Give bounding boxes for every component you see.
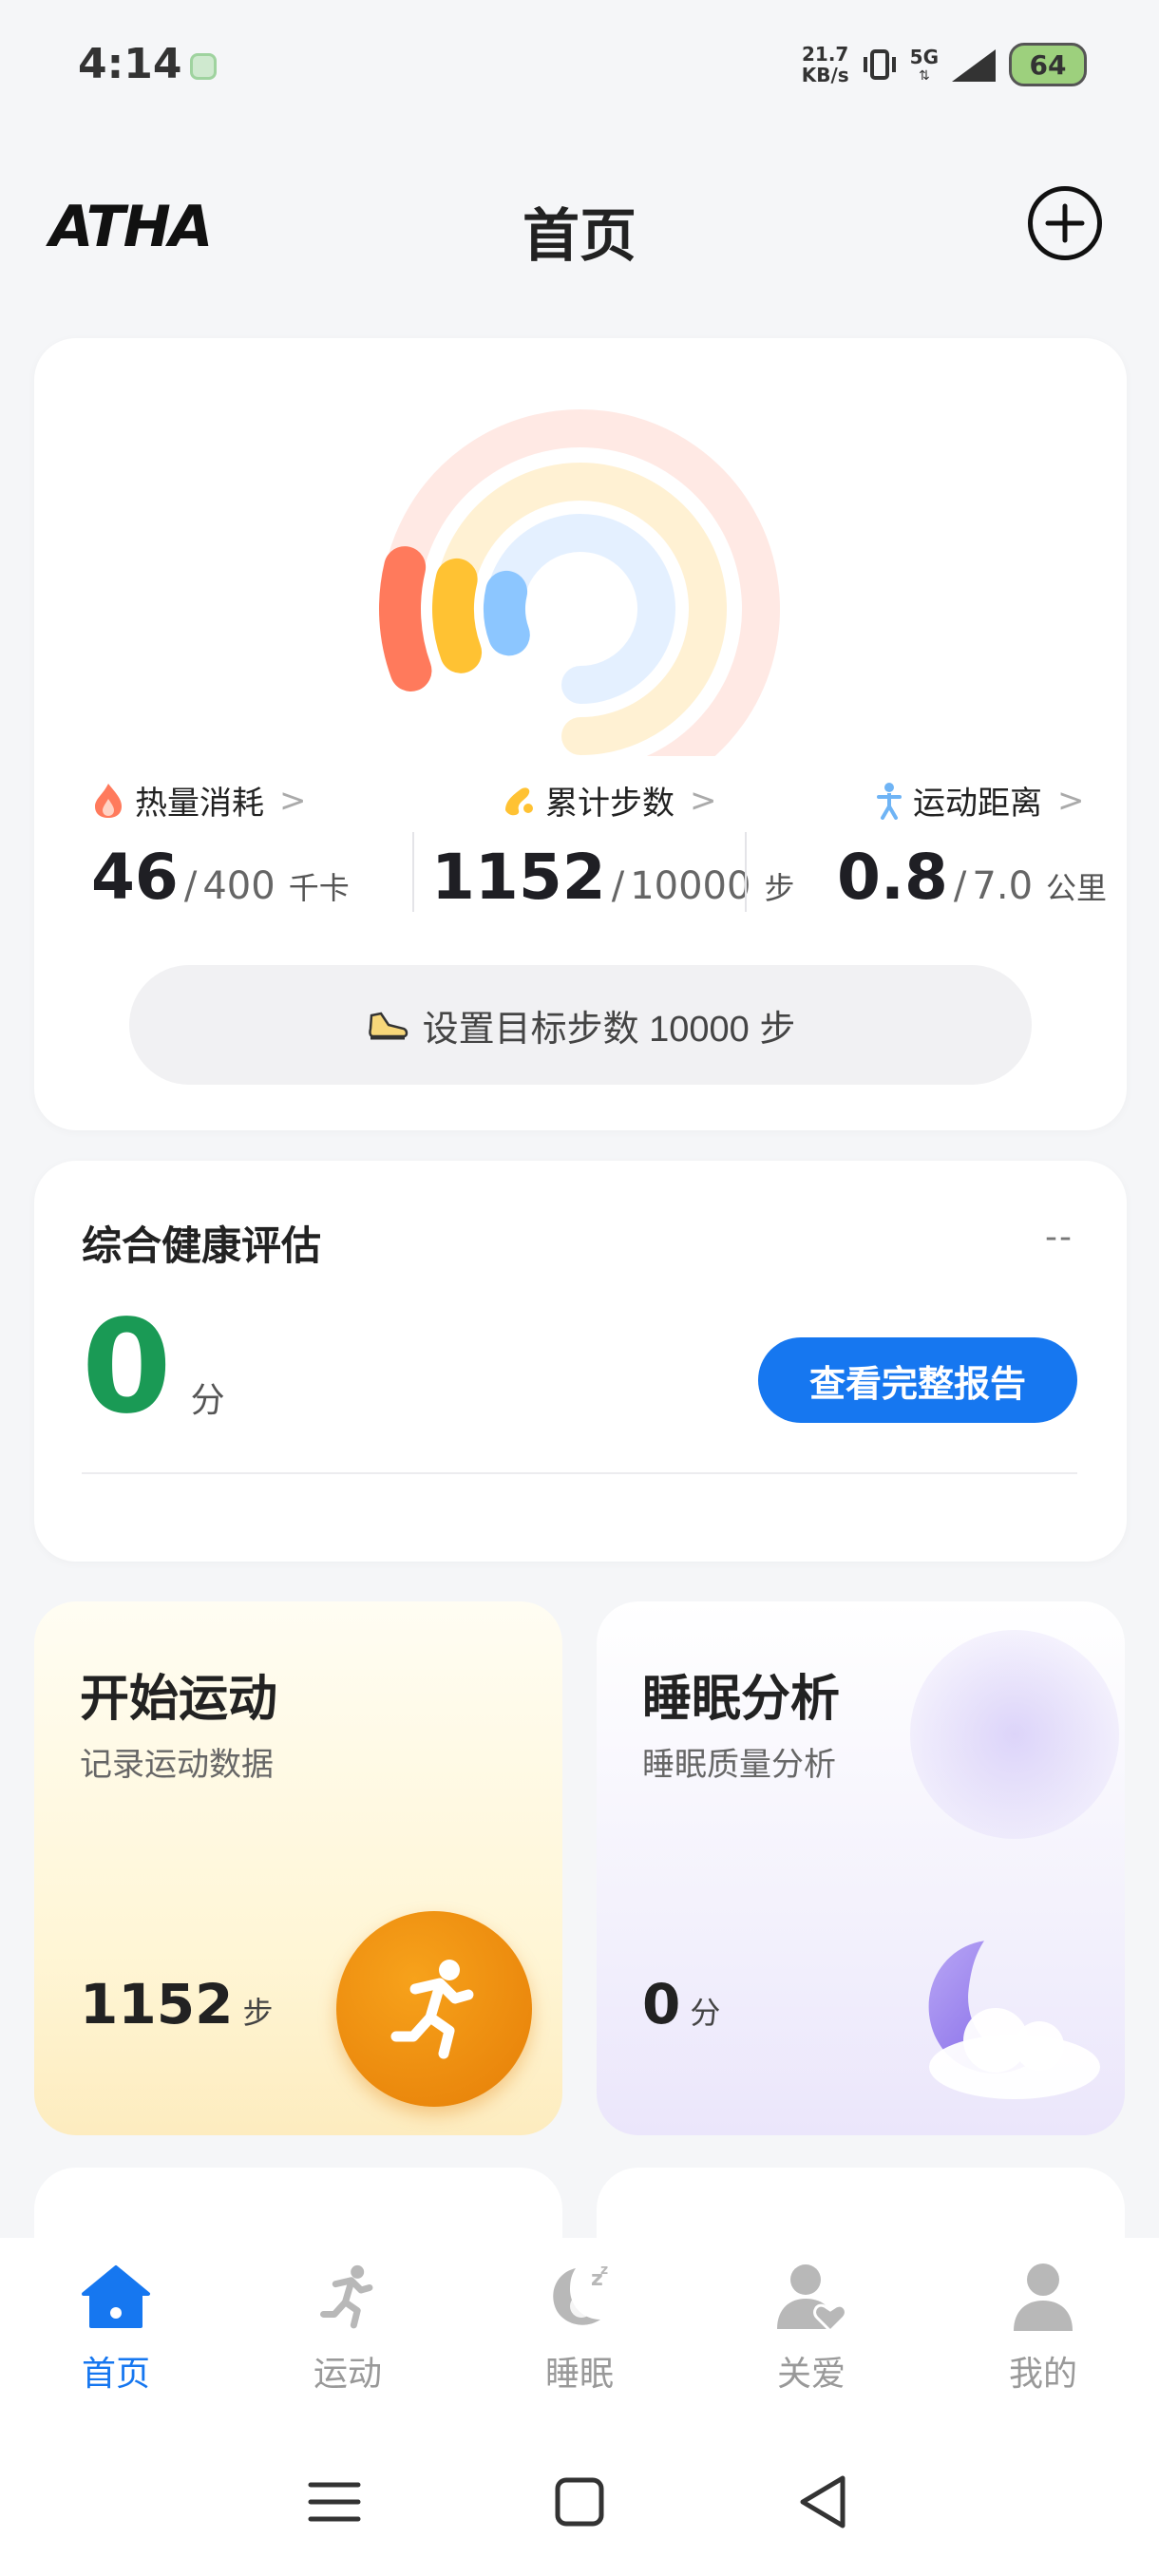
metric-divider [745, 832, 747, 912]
tab-label: 睡眠 [544, 2355, 614, 2394]
health-score-value: 0 [82, 1293, 172, 1443]
tab-sleep[interactable]: z z 睡眠 [504, 2259, 656, 2401]
chevron-right-icon: > [690, 781, 717, 820]
tile-subtitle: 记录运动数据 [80, 1746, 274, 1784]
metric-label: 运动距离 [913, 785, 1042, 823]
home-icon [82, 2265, 150, 2328]
footprint-icon [505, 786, 533, 815]
tab-label: 首页 [81, 2355, 150, 2394]
metric-goal: 400 [202, 864, 276, 908]
sleep-score-unit: 分 [690, 1995, 721, 2031]
tab-exercise[interactable]: 运动 [272, 2259, 424, 2401]
network-type: 5G ⇅ [909, 46, 939, 84]
care-icon [777, 2264, 847, 2333]
chevron-right-icon: > [1057, 781, 1085, 820]
metric-unit: 步 [764, 870, 795, 906]
metric-calories[interactable]: 热量消耗 > 46 / 400 千卡 [91, 777, 350, 915]
metric-label: 热量消耗 [135, 785, 264, 823]
back-triangle-icon [800, 2475, 846, 2529]
back-button[interactable] [785, 2464, 861, 2540]
square-icon [555, 2477, 604, 2527]
activity-card[interactable]: 热量消耗 > 46 / 400 千卡 累计步数 > 1152 / 10000 步… [34, 338, 1127, 1130]
tile-value: 0 分 [642, 1972, 720, 2036]
page-title: 首页 [522, 203, 636, 270]
tile-subtitle: 睡眠质量分析 [642, 1746, 836, 1784]
status-bar: 4:14 21.7 KB/s 5G ⇅ 64 [0, 0, 1159, 133]
goal-text: 设置目标步数 10000 步 [422, 1009, 796, 1050]
activity-rings [379, 409, 780, 756]
health-trend: -- [1045, 1218, 1074, 1257]
tab-label: 运动 [313, 2355, 382, 2394]
vibrate-icon [863, 49, 896, 80]
flame-icon [95, 783, 122, 818]
metric-goal: 7.0 [972, 864, 1034, 908]
run-icon [320, 2264, 373, 2329]
running-person-icon [390, 1960, 474, 2059]
tab-care[interactable]: 关爱 [735, 2259, 887, 2401]
metric-steps[interactable]: 累计步数 > 1152 / 10000 步 [431, 777, 795, 915]
health-score-unit: 分 [190, 1381, 225, 1420]
view-full-report-button[interactable]: 查看完整报告 [758, 1337, 1077, 1423]
svg-text:z: z [600, 2263, 608, 2278]
set-step-goal-button[interactable]: 设置目标步数 10000 步 [129, 965, 1032, 1085]
app-header: ATHA 首页 [0, 180, 1159, 270]
metric-value: 0.8 [837, 841, 948, 914]
metric-divider [412, 832, 414, 912]
start-exercise-tile[interactable]: 开始运动 记录运动数据 1152 步 [34, 1601, 562, 2135]
ring-progress-steps [432, 558, 483, 673]
step-count: 1152 [80, 1972, 234, 2036]
ring-progress-distance [484, 570, 530, 656]
metric-value: 1152 [431, 841, 606, 914]
metric-distance[interactable]: 运动距离 > 0.8 / 7.0 公里 [837, 777, 1108, 915]
ring-progress-calories [379, 546, 432, 691]
sleep-score: 0 [642, 1972, 681, 2036]
moon-cloud-icon [928, 1941, 1100, 2099]
walker-icon [877, 782, 902, 820]
sleep-analysis-tile[interactable]: 睡眠分析 睡眠质量分析 0 分 [597, 1601, 1125, 2135]
decorative-glow [910, 1630, 1119, 1839]
system-nav-bar [0, 2413, 1159, 2576]
tab-home[interactable]: 首页 [40, 2259, 192, 2401]
metric-label: 累计步数 [545, 785, 674, 823]
signal-icon [952, 49, 996, 82]
start-run-button[interactable] [336, 1911, 532, 2107]
status-icons: 21.7 KB/s 5G ⇅ 64 [802, 38, 1087, 91]
tab-label: 我的 [1008, 2355, 1077, 2394]
menu-icon [308, 2482, 361, 2522]
battery-indicator: 64 [1009, 43, 1087, 86]
activity-metrics: 热量消耗 > 46 / 400 千卡 累计步数 > 1152 / 10000 步… [34, 777, 1127, 929]
tab-label: 关爱 [776, 2355, 846, 2394]
home-nav-button[interactable] [542, 2464, 618, 2540]
health-score: 0 分 [82, 1303, 225, 1432]
tile-title: 开始运动 [80, 1671, 278, 1728]
tile-title: 睡眠分析 [642, 1671, 841, 1728]
network-speed: 21.7 KB/s [801, 43, 849, 86]
health-title: 综合健康评估 [82, 1222, 322, 1269]
ring-track-distance [485, 514, 675, 704]
metric-unit: 千卡 [288, 870, 350, 906]
metric-unit: 公里 [1046, 870, 1108, 906]
add-button[interactable] [1028, 186, 1102, 260]
divider [82, 1472, 1077, 1474]
tab-profile[interactable]: 我的 [967, 2259, 1119, 2401]
metric-value: 46 [91, 841, 179, 914]
chevron-right-icon: > [279, 781, 307, 820]
bottom-tab-bar: 首页 运动 z z 睡眠 关爱 我的 [0, 2238, 1159, 2413]
step-unit: 步 [242, 1995, 274, 2031]
profile-icon [1014, 2263, 1073, 2331]
status-time: 4:14 [78, 40, 182, 88]
sneaker-icon [368, 1012, 408, 1040]
sleep-icon: z z [553, 2263, 608, 2325]
health-assessment-card[interactable]: 综合健康评估 -- 0 分 查看完整报告 [34, 1161, 1127, 1562]
plus-icon [1045, 203, 1085, 243]
metric-goal: 10000 [630, 864, 751, 908]
tile-value: 1152 步 [80, 1972, 273, 2036]
menu-button[interactable] [296, 2464, 372, 2540]
notification-app-icon [190, 53, 217, 80]
